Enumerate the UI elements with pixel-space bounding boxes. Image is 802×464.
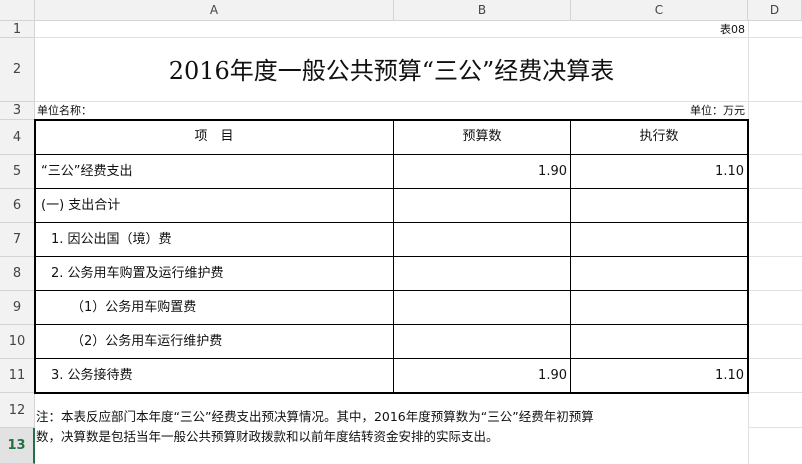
- row-header-3[interactable]: 3: [0, 102, 35, 120]
- unit-name-label: 单位名称：: [37, 104, 92, 117]
- header-actual[interactable]: 执行数: [571, 120, 747, 154]
- gridline-d-8: [748, 290, 802, 291]
- row-header-8[interactable]: 8: [0, 257, 35, 291]
- gridline-d-5: [748, 188, 802, 189]
- row-budget-vehicle-purchase[interactable]: [394, 291, 567, 324]
- select-all-corner[interactable]: [0, 0, 35, 21]
- table-border-right: [747, 120, 749, 394]
- row-item-reception[interactable]: 3. 公务接待费: [51, 359, 133, 392]
- header-budget[interactable]: 预算数: [394, 120, 570, 154]
- row-header-10[interactable]: 10: [0, 325, 35, 359]
- table-border-left: [34, 120, 36, 394]
- gridline-d-12: [748, 427, 802, 428]
- gridline-d-6: [748, 222, 802, 223]
- row-budget-overseas[interactable]: [394, 223, 567, 256]
- note-line-1[interactable]: 注：本表反应部门本年度“三公”经费支出预决算情况。其中，2016年度预算数为“三…: [36, 408, 594, 426]
- note-line-2[interactable]: 数，决算数是包括当年一般公共预算财政拨款和以前年度结转资金安排的实际支出。: [36, 428, 499, 446]
- row-budget-vehicle-operation[interactable]: [394, 325, 567, 358]
- gridline-d-9: [748, 324, 802, 325]
- row-actual-vehicle-operation[interactable]: [571, 325, 744, 358]
- row-actual-vehicles[interactable]: [571, 257, 744, 290]
- row-item-overseas[interactable]: 1. 因公出国（境）费: [51, 223, 172, 256]
- row-budget-reception[interactable]: 1.90: [394, 359, 567, 392]
- row-header-4[interactable]: 4: [0, 120, 35, 155]
- row-header-5[interactable]: 5: [0, 155, 35, 189]
- row-header-2[interactable]: 2: [0, 38, 35, 102]
- row-budget-subtotal[interactable]: [394, 189, 567, 222]
- row-header-12[interactable]: 12: [0, 393, 35, 428]
- table-border-bottom: [34, 392, 749, 394]
- page-title: 2016年度一般公共预算“三公”经费决算表: [168, 57, 615, 85]
- row-item-vehicle-operation[interactable]: （2）公务用车运行维护费: [71, 325, 222, 358]
- row-actual-overseas[interactable]: [571, 223, 744, 256]
- row-actual-total[interactable]: 1.10: [571, 155, 744, 188]
- gridline-d-11: [748, 392, 802, 393]
- row-header-7[interactable]: 7: [0, 223, 35, 257]
- row-item-vehicle-purchase[interactable]: （1）公务用车购置费: [71, 291, 196, 324]
- row-header-6[interactable]: 6: [0, 189, 35, 223]
- gridline-d-4: [748, 154, 802, 155]
- row-header-9[interactable]: 9: [0, 291, 35, 325]
- row-actual-subtotal[interactable]: [571, 189, 744, 222]
- row-header-1[interactable]: 1: [0, 21, 35, 38]
- header-item[interactable]: 项 目: [35, 120, 393, 154]
- row-item-vehicles[interactable]: 2. 公务用车购置及运行维护费: [51, 257, 224, 290]
- column-header-a[interactable]: A: [35, 0, 394, 21]
- row-actual-vehicle-purchase[interactable]: [571, 291, 744, 324]
- row-header-11[interactable]: 11: [0, 359, 35, 393]
- row-item-subtotal[interactable]: (一) 支出合计: [41, 189, 120, 222]
- row-budget-vehicles[interactable]: [394, 257, 567, 290]
- column-header-d[interactable]: D: [748, 0, 802, 21]
- row-actual-reception[interactable]: 1.10: [571, 359, 744, 392]
- gridline-d-7: [748, 256, 802, 257]
- table-number: 表08: [720, 23, 745, 36]
- row-budget-total[interactable]: 1.90: [394, 155, 567, 188]
- column-header-c[interactable]: C: [571, 0, 748, 21]
- column-header-b[interactable]: B: [394, 0, 571, 21]
- unit-label: 单位：万元: [690, 104, 745, 117]
- row-header-13[interactable]: 13: [0, 428, 35, 464]
- row-item-total[interactable]: “三公”经费支出: [41, 155, 132, 188]
- gridline-d-10: [748, 358, 802, 359]
